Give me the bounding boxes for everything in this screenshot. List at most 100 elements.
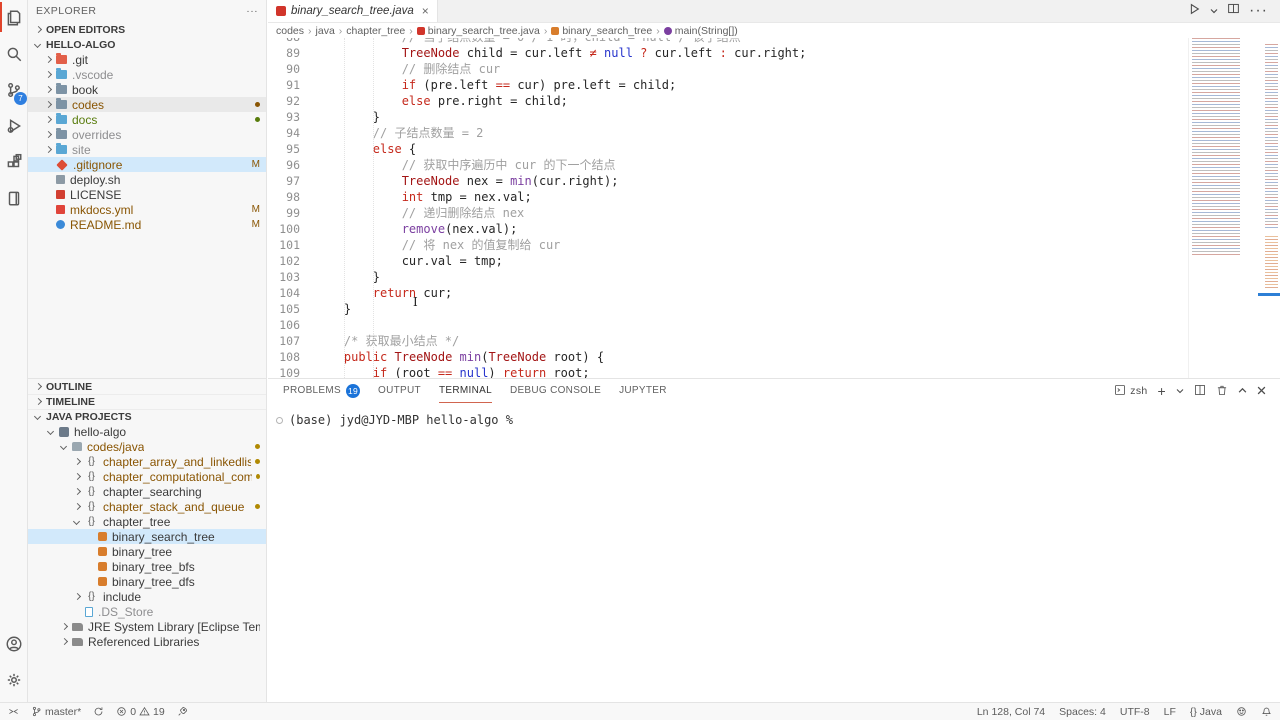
java-item-codes-java[interactable]: codes/java [28,439,266,454]
code-line-93[interactable]: 93 } [268,109,1188,125]
sync-icon[interactable] [93,706,104,717]
java-item-binary-tree[interactable]: binary_tree [28,544,266,559]
tab-problems[interactable]: PROBLEMS 19 [283,379,360,403]
close-panel-icon[interactable] [1257,384,1266,398]
extensions-icon[interactable] [0,144,28,180]
java-item-hello-algo[interactable]: hello-algo [28,424,266,439]
notebook-icon[interactable] [0,180,28,216]
explorer-item-book[interactable]: book [28,82,266,97]
tab-terminal[interactable]: TERMINAL [439,379,492,403]
explorer-item-readme-md[interactable]: README.mdM [28,217,266,232]
split-editor-icon[interactable] [1227,2,1240,20]
code-line-98[interactable]: 98 int tmp = nex.val; [268,189,1188,205]
sidebar-more-actions-icon[interactable]: ··· [246,5,258,17]
encoding-setting[interactable]: UTF-8 [1120,706,1150,718]
code-line-92[interactable]: 92 else pre.right = child; [268,93,1188,109]
breadcrumb-item[interactable]: chapter_tree [346,25,405,37]
java-item-chapter-searching[interactable]: {}chapter_searching [28,484,266,499]
more-actions-icon[interactable]: ··· [1249,2,1268,20]
code-line-104[interactable]: 104 return cur; [268,285,1188,301]
settings-gear-icon[interactable] [0,662,28,698]
breadcrumb-item[interactable]: main(String[]) [675,25,738,37]
code-line-105[interactable]: 105 } [268,301,1188,317]
code-line-89[interactable]: 89 TreeNode child = cur.left ≠ null ? cu… [268,45,1188,61]
tab-jupyter[interactable]: JUPYTER [619,379,667,403]
java-server-mode-icon[interactable] [177,706,188,717]
terminal-output[interactable]: (base) jyd@JYD-MBP hello-algo % [276,413,1280,427]
minimap[interactable] [1188,24,1280,378]
maximize-panel-icon[interactable] [1238,384,1247,398]
explorer-icon[interactable] [0,0,28,36]
explorer-item-overrides[interactable]: overrides [28,127,266,142]
code-line-96[interactable]: 96 // 获取中序遍历中 cur 的下一个结点 [268,157,1188,173]
remote-indicator[interactable] [8,706,19,717]
java-item-binary-tree-dfs[interactable]: binary_tree_dfs [28,574,266,589]
explorer-item-deploy-sh[interactable]: deploy.sh [28,172,266,187]
shell-label[interactable]: zsh [1130,385,1147,397]
run-button[interactable] [1187,2,1201,21]
breadcrumb-item[interactable]: binary_search_tree.java [428,25,540,37]
java-item-chapter-stack-and-queue[interactable]: {}chapter_stack_and_queue [28,499,266,514]
code-line-94[interactable]: 94 // 子结点数量 = 2 [268,125,1188,141]
java-item--ds-store[interactable]: .DS_Store [28,604,266,619]
explorer-item-mkdocs-yml[interactable]: mkdocs.ymlM [28,202,266,217]
source-control-icon[interactable]: 7 [0,72,28,108]
java-item-binary-tree-bfs[interactable]: binary_tree_bfs [28,559,266,574]
explorer-item-docs[interactable]: docs [28,112,266,127]
code-line-99[interactable]: 99 // 递归删除结点 nex [268,205,1188,221]
workspace-root-section[interactable]: HELLO-ALGO [28,37,266,52]
code-line-91[interactable]: 91 if (pre.left == cur) pre.left = child… [268,77,1188,93]
java-item-chapter-array-and-linkedlist[interactable]: {}chapter_array_and_linkedlist [28,454,266,469]
open-editors-section[interactable]: OPEN EDITORS [28,22,266,37]
explorer-item-license[interactable]: LICENSE [28,187,266,202]
terminal-dropdown-icon[interactable] [1176,384,1184,398]
code-line-95[interactable]: 95 else { [268,141,1188,157]
java-item-include[interactable]: {}include [28,589,266,604]
run-and-debug-icon[interactable] [0,108,28,144]
indentation-setting[interactable]: Spaces: 4 [1059,706,1106,718]
kill-terminal-icon[interactable] [1216,384,1228,399]
code-editor[interactable]: 88 // 当子结点数量 = 0 / 1 时，child = null / 该子… [268,38,1188,378]
explorer-item--git[interactable]: .git [28,52,266,67]
java-item-chapter-computational-complexity[interactable]: {}chapter_computational_complexity [28,469,266,484]
java-projects-section[interactable]: JAVA PROJECTS [28,409,266,424]
java-item-referenced-libraries[interactable]: Referenced Libraries [28,634,266,649]
code-line-88[interactable]: 88 // 当子结点数量 = 0 / 1 时，child = null / 该子… [268,38,1188,45]
search-icon[interactable] [0,36,28,72]
outline-section[interactable]: OUTLINE [28,379,266,394]
java-item-chapter-tree[interactable]: {}chapter_tree [28,514,266,529]
code-line-101[interactable]: 101 // 将 nex 的值复制给 cur [268,237,1188,253]
breadcrumb-item[interactable]: codes [276,25,304,37]
account-icon[interactable] [0,626,28,662]
problems-summary[interactable]: 0 19 [116,706,165,718]
code-line-106[interactable]: 106 [268,317,1188,333]
notifications-bell-icon[interactable] [1261,706,1272,717]
feedback-icon[interactable] [1236,706,1247,717]
git-branch-item[interactable]: master* [31,706,81,718]
code-line-107[interactable]: 107 /* 获取最小结点 */ [268,333,1188,349]
code-line-102[interactable]: 102 cur.val = tmp; [268,253,1188,269]
code-line-100[interactable]: 100 remove(nex.val); [268,221,1188,237]
eol-setting[interactable]: LF [1164,706,1176,718]
explorer-item-site[interactable]: site [28,142,266,157]
breadcrumb-item[interactable]: java [316,25,335,37]
explorer-item--gitignore[interactable]: .gitignoreM [28,157,266,172]
split-terminal-icon[interactable] [1194,384,1206,399]
language-mode[interactable]: {} Java [1190,706,1222,718]
tab-binary-search-tree[interactable]: binary_search_tree.java × [268,0,438,22]
tab-close-icon[interactable]: × [422,4,429,18]
java-item-jre-system-library-eclipse-temurin-17-17-[interactable]: JRE System Library [Eclipse Temurin 17 [… [28,619,266,634]
explorer-item--vscode[interactable]: .vscode [28,67,266,82]
code-line-97[interactable]: 97 TreeNode nex = min(cur.right); [268,173,1188,189]
code-line-90[interactable]: 90 // 删除结点 cur [268,61,1188,77]
run-dropdown-icon[interactable] [1210,2,1218,20]
code-line-109[interactable]: 109 if (root == null) return root; [268,365,1188,378]
java-item-binary-search-tree[interactable]: binary_search_tree [28,529,266,544]
breadcrumb-item[interactable]: binary_search_tree [562,25,652,37]
timeline-section[interactable]: TIMELINE [28,394,266,409]
new-terminal-icon[interactable]: + [1158,383,1166,399]
code-line-103[interactable]: 103 } [268,269,1188,285]
tab-output[interactable]: OUTPUT [378,379,421,403]
explorer-item-codes[interactable]: codes [28,97,266,112]
cursor-position[interactable]: Ln 128, Col 74 [977,706,1045,718]
